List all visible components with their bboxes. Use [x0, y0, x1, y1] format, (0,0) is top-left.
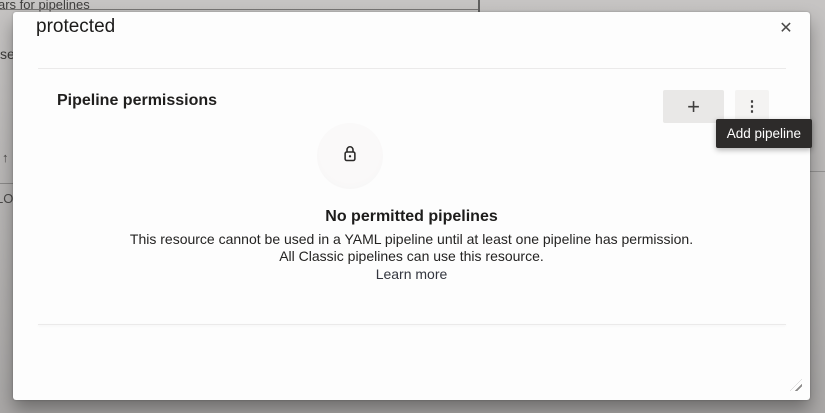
background-divider	[0, 9, 478, 10]
screen: ars for pipelines se ↑ LO protected ✕ Pi…	[0, 0, 825, 413]
background-text-fragment: LO	[0, 191, 13, 206]
background-column-divider	[478, 0, 480, 12]
empty-state: No permitted pipelines This resource can…	[13, 208, 810, 284]
empty-state-circle	[317, 123, 383, 189]
resize-handle-icon[interactable]	[790, 379, 802, 391]
dialog-title: protected	[36, 16, 115, 38]
background-row-divider	[810, 171, 825, 172]
background-page-text: ars for pipelines	[0, 0, 90, 12]
empty-state-title: No permitted pipelines	[13, 208, 810, 226]
learn-more-link[interactable]: Learn more	[376, 266, 448, 283]
empty-state-description-line1: This resource cannot be used in a YAML p…	[13, 231, 810, 248]
footer-divider	[38, 324, 786, 325]
add-pipeline-button[interactable]: +	[663, 90, 724, 123]
add-pipeline-tooltip: Add pipeline	[716, 119, 812, 148]
section-heading: Pipeline permissions	[57, 92, 217, 110]
empty-state-description-line2: All Classic pipelines can use this resou…	[13, 248, 810, 265]
background-row-divider	[0, 183, 13, 184]
lock-icon	[340, 144, 360, 169]
header-divider	[38, 68, 786, 69]
pipeline-permissions-dialog: protected ✕ Pipeline permissions + ⋮ Add…	[13, 12, 810, 400]
background-arrow-fragment: ↑	[2, 150, 9, 165]
close-icon[interactable]: ✕	[774, 17, 798, 41]
